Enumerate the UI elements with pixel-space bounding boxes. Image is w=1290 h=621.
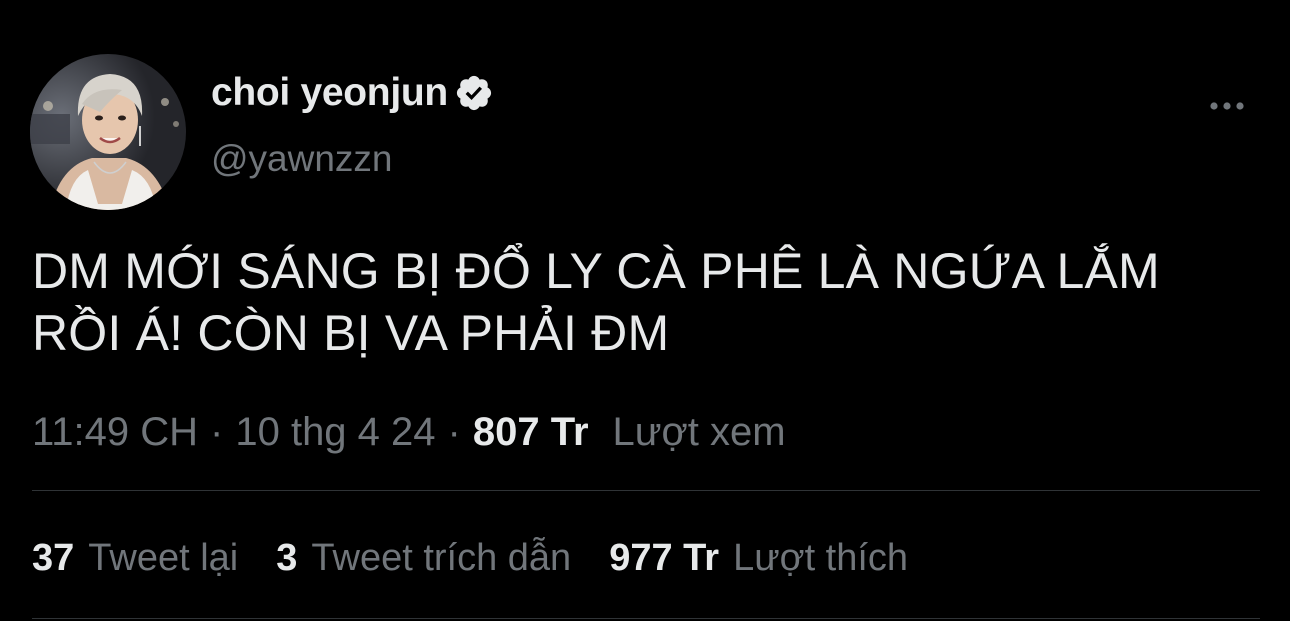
retweets-count: 37 (32, 536, 75, 579)
likes-label: Lượt thích (733, 536, 909, 579)
likes-count: 977 Tr (609, 536, 720, 579)
quotes-count: 3 (276, 536, 298, 579)
tweet-text-line-2: RỒI Á! CÒN BỊ VA PHẢI ĐM (32, 305, 670, 361)
views-count: 807 Tr (472, 409, 589, 454)
author-handle[interactable]: @yawnzzn (211, 138, 393, 180)
tweet-text: DM MỚI SÁNG BỊ ĐỔ LY CÀ PHÊ LÀ NGỨA LẮM … (32, 240, 1257, 364)
author-name-row[interactable]: choi yeonjun (211, 70, 494, 116)
likes-stat[interactable]: 977 Tr Lượt thích (609, 537, 908, 580)
views-label: Lượt xem (612, 409, 786, 454)
tweet-time[interactable]: 11:49 CH (32, 410, 198, 455)
more-options-icon[interactable] (1205, 92, 1249, 120)
meta-separator: · (447, 409, 461, 454)
verified-badge-icon (454, 73, 494, 113)
tweet-meta: 11:49 CH · 10 thg 4 24 · 807 Tr Lượt xem (32, 406, 786, 458)
divider (32, 490, 1260, 491)
author-display-name[interactable]: choi yeonjun (211, 71, 448, 115)
avatar-photo (30, 54, 186, 210)
quotes-label: Tweet trích dẫn (311, 536, 572, 579)
avatar[interactable] (30, 54, 186, 210)
tweet-stats: 37 Tweet lại 3 Tweet trích dẫn 977 Tr Lư… (32, 532, 946, 584)
quotes-stat[interactable]: 3 Tweet trích dẫn (276, 537, 571, 580)
retweets-label: Tweet lại (88, 536, 239, 579)
divider (32, 618, 1260, 619)
tweet-text-line-1: DM MỚI SÁNG BỊ ĐỔ LY CÀ PHÊ LÀ NGỨA LẮM (32, 243, 1160, 299)
retweets-stat[interactable]: 37 Tweet lại (32, 537, 238, 580)
meta-separator: · (210, 409, 224, 454)
tweet-date[interactable]: 10 thg 4 24 (235, 410, 435, 455)
